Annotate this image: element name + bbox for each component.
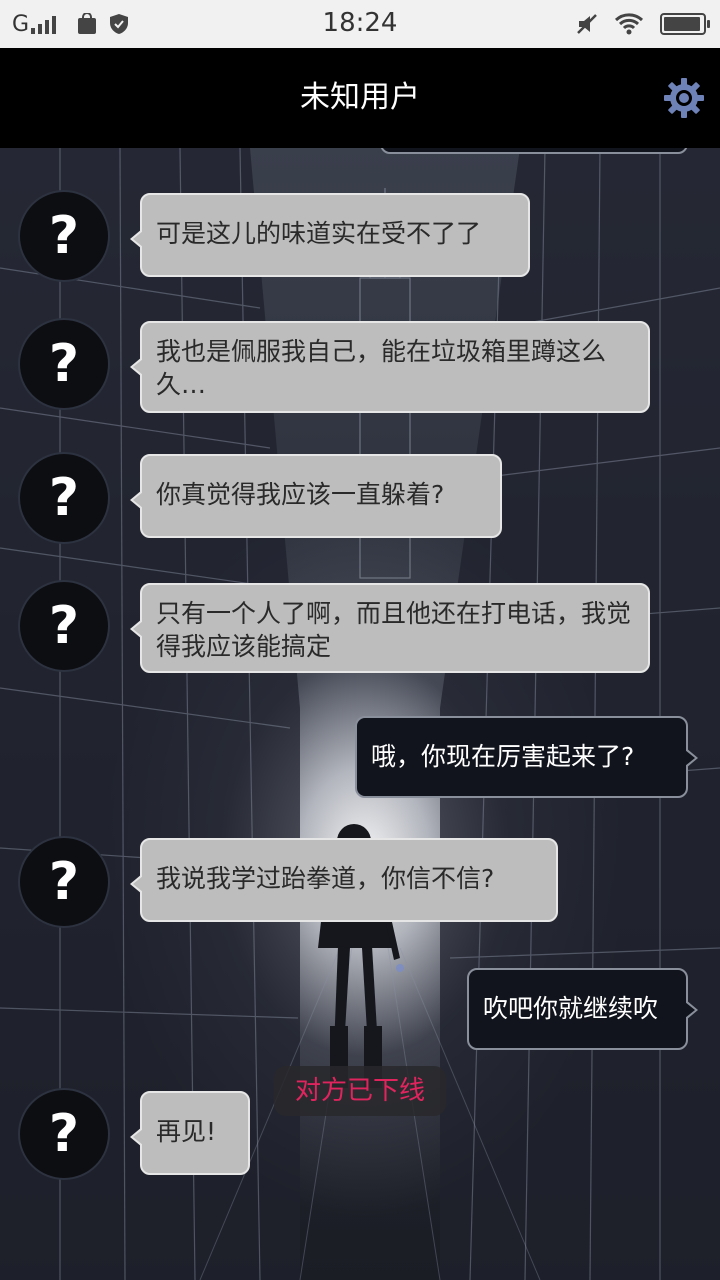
message-text: 吹吧你就继续吹: [483, 994, 659, 1023]
chat-bubble-outgoing[interactable]: 哦，你现在厉害起来了?: [355, 716, 698, 798]
message-text: 我也是佩服我自己，能在垃圾箱里蹲这么久…: [156, 337, 607, 399]
battery-fill: [664, 17, 701, 31]
shopping-bag-icon: [77, 13, 97, 35]
avatar[interactable]: ?: [18, 836, 110, 928]
wifi-icon: [614, 13, 644, 35]
chat-screen: G 18:24 未知用户 ? 可是这儿的味道实在受不了了 ? 我也是佩服我自己，…: [0, 0, 720, 1280]
question-mark-icon: ?: [48, 1104, 80, 1164]
gear-icon: [664, 78, 704, 118]
question-mark-icon: ?: [48, 468, 80, 528]
settings-button[interactable]: [662, 76, 706, 120]
chat-bubble-incoming[interactable]: 我说我学过跆拳道，你信不信?: [130, 838, 558, 922]
chat-bubble-incoming[interactable]: 我也是佩服我自己，能在垃圾箱里蹲这么久…: [130, 321, 650, 413]
avatar[interactable]: ?: [18, 318, 110, 410]
offline-status-badge: 对方已下线: [274, 1066, 446, 1116]
chat-bubble-outgoing[interactable]: 吹吧你就继续吹: [467, 968, 698, 1050]
status-bar: G 18:24: [0, 0, 720, 48]
signal-icon: [31, 14, 59, 34]
mute-icon: [576, 13, 598, 35]
header: 未知用户: [0, 48, 720, 148]
chat-bubble-incoming[interactable]: 可是这儿的味道实在受不了了: [130, 193, 530, 277]
status-left: G: [12, 10, 141, 38]
question-mark-icon: ?: [48, 596, 80, 656]
message-text: 可是这儿的味道实在受不了了: [156, 219, 482, 248]
chat-bubble-incoming[interactable]: 只有一个人了啊，而且他还在打电话，我觉得我应该能搞定: [130, 583, 650, 673]
chat-bubble-incoming[interactable]: 再见!: [130, 1091, 250, 1175]
battery-icon: [660, 13, 710, 35]
chat-bubble-partial: [380, 148, 688, 154]
avatar[interactable]: ?: [18, 580, 110, 672]
message-text: 只有一个人了啊，而且他还在打电话，我觉得我应该能搞定: [156, 599, 632, 661]
page-title: 未知用户: [300, 80, 420, 115]
message-text: 我说我学过跆拳道，你信不信?: [156, 864, 495, 893]
avatar[interactable]: ?: [18, 190, 110, 282]
avatar[interactable]: ?: [18, 452, 110, 544]
message-text: 再见!: [156, 1117, 217, 1146]
question-mark-icon: ?: [48, 852, 80, 912]
question-mark-icon: ?: [48, 206, 80, 266]
question-mark-icon: ?: [48, 334, 80, 394]
chat-bubble-incoming[interactable]: 你真觉得我应该一直躲着?: [130, 454, 502, 538]
message-text: 哦，你现在厉害起来了?: [371, 742, 635, 771]
avatar[interactable]: ?: [18, 1088, 110, 1180]
carrier-label: G: [12, 11, 30, 37]
shield-icon: [109, 13, 129, 35]
message-text: 你真觉得我应该一直躲着?: [156, 480, 445, 509]
status-right: [560, 10, 710, 38]
